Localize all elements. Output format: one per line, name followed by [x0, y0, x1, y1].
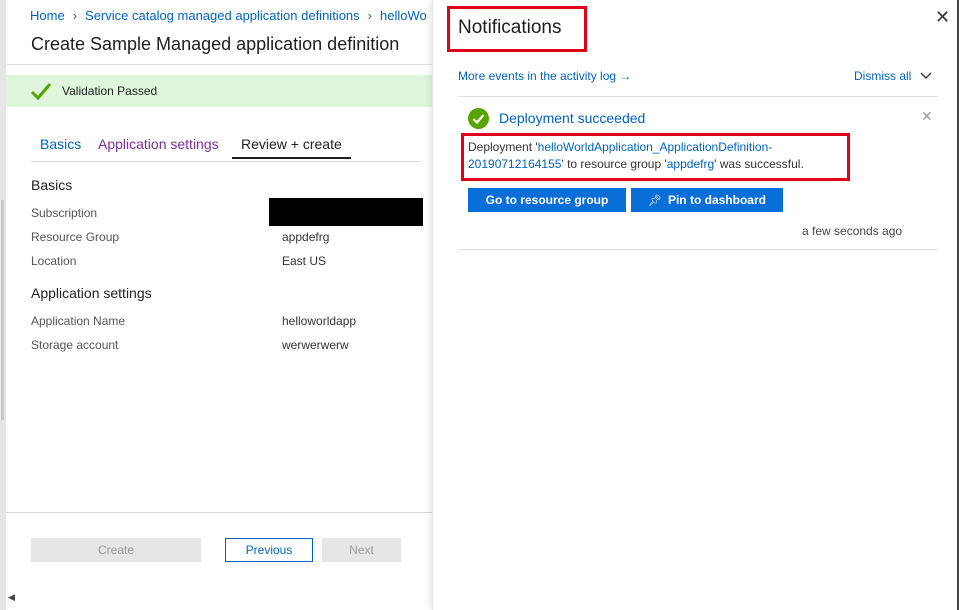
- dismiss-all-button[interactable]: Dismiss all: [854, 69, 911, 83]
- activity-log-link[interactable]: More events in the activity log →: [458, 69, 631, 83]
- subscription-value-redacted: [269, 198, 423, 226]
- message-middle: ' to resource group ': [561, 157, 667, 171]
- storage-account-label: Storage account: [31, 338, 119, 352]
- divider: [458, 96, 938, 97]
- notification-message: Deployment 'helloWorldApplication_Applic…: [468, 139, 846, 173]
- application-settings-heading: Application settings: [31, 285, 152, 301]
- notification-timestamp: a few seconds ago: [802, 224, 903, 238]
- chevron-right-icon: ›: [367, 8, 372, 23]
- location-label: Location: [31, 254, 77, 268]
- create-blade: ◀ Home › Service catalog managed applicati…: [0, 0, 432, 610]
- previous-button[interactable]: Previous: [225, 538, 313, 562]
- tab-application-settings[interactable]: Application settings: [98, 136, 219, 157]
- breadcrumb-hello-world[interactable]: helloWo: [380, 8, 427, 23]
- close-icon[interactable]: ✕: [935, 8, 950, 26]
- divider: [458, 249, 938, 250]
- breadcrumb-service-catalog[interactable]: Service catalog managed application defi…: [85, 8, 360, 23]
- notifications-title: Notifications: [458, 17, 562, 38]
- pin-icon: 📌︎: [648, 194, 662, 207]
- basics-heading: Basics: [31, 177, 73, 193]
- validation-text: Validation Passed: [62, 84, 158, 98]
- notification-close-icon[interactable]: ✕: [921, 109, 933, 123]
- pin-to-dashboard-label: Pin to dashboard: [667, 193, 766, 207]
- message-suffix: ' was successful.: [714, 157, 804, 171]
- message-prefix: Deployment ': [468, 140, 538, 154]
- chevron-down-icon[interactable]: [919, 69, 933, 83]
- go-to-resource-group-label: Go to resource group: [485, 193, 609, 207]
- page-title: Create Sample Managed application defini…: [31, 34, 400, 54]
- location-value: East US: [282, 254, 327, 268]
- breadcrumb-home[interactable]: Home: [30, 8, 65, 23]
- validation-banner: Validation Passed: [6, 75, 432, 107]
- footer-divider: [6, 512, 432, 513]
- create-button[interactable]: Create: [31, 538, 201, 562]
- resource-group-link[interactable]: appdefrg: [667, 157, 714, 171]
- chevron-right-icon: ›: [72, 8, 78, 23]
- checkmark-icon: [30, 83, 52, 101]
- tab-basics[interactable]: Basics: [40, 136, 81, 157]
- breadcrumb: Home › Service catalog managed application…: [30, 8, 427, 23]
- scrollbar-thumb[interactable]: [1, 200, 4, 420]
- next-button[interactable]: Next: [322, 538, 401, 562]
- notification-heading[interactable]: Deployment succeeded: [499, 110, 645, 126]
- scroll-left-arrow-icon[interactable]: ◀: [8, 592, 15, 603]
- notifications-panel: Notifications ✕ More events in the activ…: [432, 0, 959, 610]
- application-name-value: helloworldapp: [282, 314, 357, 328]
- tab-bar: Basics Application settings Review + cre…: [31, 136, 421, 162]
- storage-account-value: werwerwerw: [282, 338, 349, 352]
- pin-to-dashboard-button[interactable]: 📌︎ Pin to dashboard: [631, 188, 783, 212]
- success-check-icon: [468, 108, 489, 129]
- divider: [6, 64, 432, 65]
- subscription-label: Subscription: [31, 206, 98, 220]
- resource-group-value: appdefrg: [282, 230, 330, 244]
- resource-group-label: Resource Group: [31, 230, 120, 244]
- tab-review-create[interactable]: Review + create: [232, 136, 351, 159]
- go-to-resource-group-button[interactable]: Go to resource group: [468, 188, 626, 212]
- application-name-label: Application Name: [31, 314, 126, 328]
